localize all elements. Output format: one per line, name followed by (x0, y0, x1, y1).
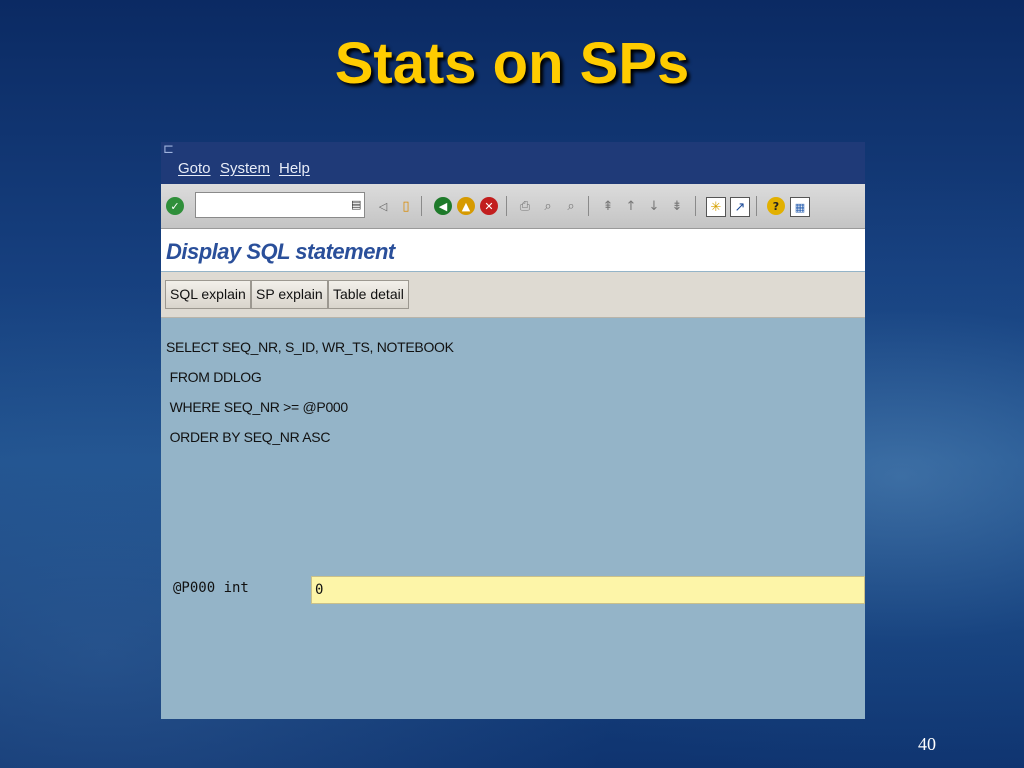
layout-menu-icon[interactable]: ▦ (790, 197, 810, 217)
find-icon[interactable]: ⌕ (539, 197, 557, 215)
sql-explain-button[interactable]: SQL explain (165, 280, 251, 309)
page-number: 40 (918, 734, 936, 754)
previous-page-icon[interactable]: ↑ (622, 197, 640, 215)
menu-bar: ⊏ Goto System Help (161, 142, 865, 184)
back-arrow-icon[interactable]: ◁ (374, 197, 392, 215)
exit-icon[interactable]: ▲ (457, 197, 475, 215)
shortcut-icon[interactable]: ↗ (730, 197, 750, 217)
standard-toolbar: ✓ ▤ ◁ ▯ ◀ ▲ ✕ ⎙ ⌕ ⌕ ⇞ ↑ ↓ ⇟ ✳ ↗ ? ▦ (161, 184, 865, 229)
enter-icon[interactable]: ✓ (166, 197, 184, 215)
sql-line: SELECT SEQ_NR, S_ID, WR_TS, NOTEBOOK (166, 339, 454, 355)
help-icon[interactable]: ? (767, 197, 785, 215)
parameter-value-field[interactable]: 0 (311, 576, 865, 604)
command-field[interactable]: ▤ (195, 192, 365, 218)
sql-line: ORDER BY SEQ_NR ASC (166, 429, 331, 445)
screen-title-bar: Display SQL statement (161, 229, 865, 271)
back-icon[interactable]: ◀ (434, 197, 452, 215)
command-history-icon[interactable]: ▤ (351, 198, 361, 212)
print-icon[interactable]: ⎙ (516, 197, 534, 215)
save-icon[interactable]: ▯ (397, 197, 415, 215)
table-detail-button[interactable]: Table detail (328, 280, 409, 309)
find-next-icon[interactable]: ⌕ (562, 197, 580, 215)
sap-window: ⊏ Goto System Help ✓ ▤ ◁ ▯ ◀ ▲ ✕ ⎙ ⌕ ⌕ ⇞… (161, 142, 865, 719)
screen-title: Display SQL statement (166, 239, 395, 264)
parameter-label: @P000 int (173, 580, 249, 596)
menu-help[interactable]: Help (279, 160, 310, 177)
first-page-icon[interactable]: ⇞ (599, 197, 617, 215)
last-page-icon[interactable]: ⇟ (668, 197, 686, 215)
sql-line: WHERE SEQ_NR >= @P000 (166, 399, 349, 415)
create-session-icon[interactable]: ✳ (706, 197, 726, 217)
menu-system[interactable]: System (220, 160, 270, 177)
sql-line: FROM DDLOG (166, 369, 262, 385)
cancel-icon[interactable]: ✕ (480, 197, 498, 215)
window-menu-icon[interactable]: ⊏ (163, 142, 174, 157)
application-toolbar: SQL explain SP explain Table detail (161, 272, 865, 318)
slide-title: Stats on SPs (334, 31, 690, 96)
sp-explain-button[interactable]: SP explain (251, 280, 328, 309)
next-page-icon[interactable]: ↓ (645, 197, 663, 215)
menu-goto[interactable]: Goto (178, 160, 211, 177)
